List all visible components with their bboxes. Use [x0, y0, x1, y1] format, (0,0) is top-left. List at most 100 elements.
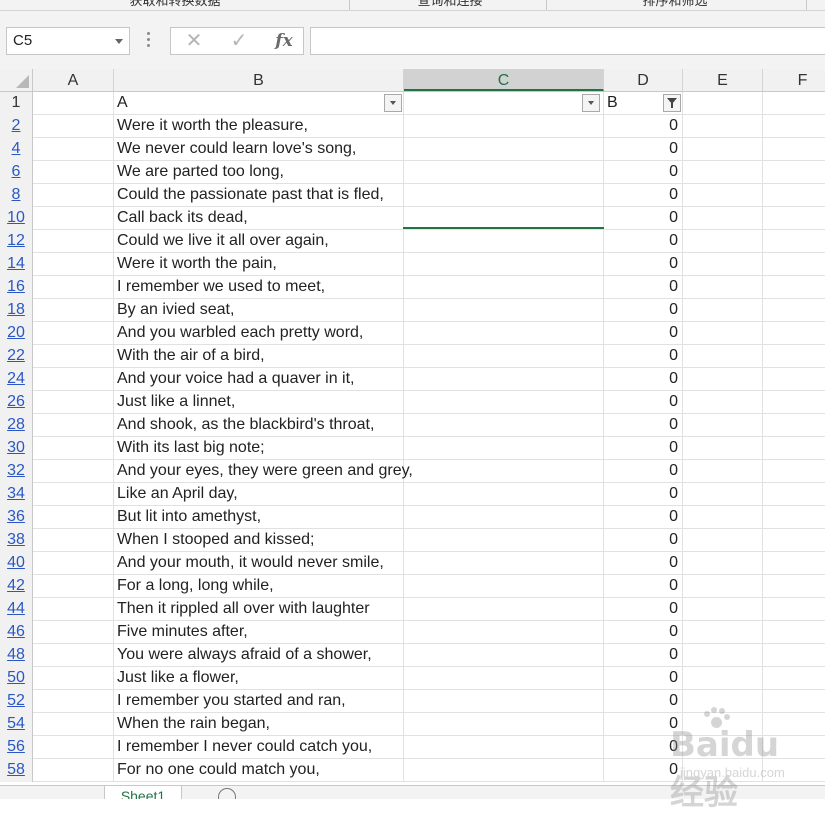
- cell-e[interactable]: [683, 230, 763, 252]
- cell-c[interactable]: [404, 368, 604, 390]
- add-sheet-icon[interactable]: [218, 788, 236, 799]
- cell-e[interactable]: [683, 644, 763, 666]
- cell-e[interactable]: [683, 713, 763, 735]
- cell-f[interactable]: [763, 391, 825, 413]
- cell-d[interactable]: 0: [604, 322, 683, 344]
- cell-f[interactable]: [763, 759, 825, 781]
- row-header[interactable]: 40: [0, 552, 33, 575]
- row-header[interactable]: 58: [0, 759, 33, 782]
- cell-d[interactable]: 0: [604, 115, 683, 137]
- insert-function-icon[interactable]: fx: [269, 28, 299, 54]
- cell-c[interactable]: [404, 621, 604, 643]
- cell-d[interactable]: 0: [604, 713, 683, 735]
- cell-a[interactable]: [33, 483, 114, 505]
- cell-b[interactable]: When the rain began,: [114, 713, 404, 735]
- cell-a[interactable]: [33, 115, 114, 137]
- column-header-a[interactable]: A: [33, 69, 114, 91]
- cell-f[interactable]: [763, 184, 825, 206]
- chevron-down-icon[interactable]: [115, 39, 123, 44]
- cell-b[interactable]: We never could learn love's song,: [114, 138, 404, 160]
- cell-e[interactable]: [683, 759, 763, 781]
- cell-b[interactable]: I remember you started and ran,: [114, 690, 404, 712]
- enter-icon[interactable]: ✓: [224, 28, 254, 54]
- column-header-b[interactable]: B: [114, 69, 404, 91]
- cell-b[interactable]: With its last big note;: [114, 437, 404, 459]
- cell-d[interactable]: 0: [604, 391, 683, 413]
- cell-e[interactable]: [683, 345, 763, 367]
- cell-d[interactable]: 0: [604, 437, 683, 459]
- cell-a[interactable]: [33, 184, 114, 206]
- row-header[interactable]: 14: [0, 253, 33, 276]
- cell-d[interactable]: 0: [604, 575, 683, 597]
- cell-c[interactable]: [404, 253, 604, 275]
- cell-b[interactable]: Just like a linnet,: [114, 391, 404, 413]
- cell-f[interactable]: [763, 575, 825, 597]
- cell-e[interactable]: [683, 368, 763, 390]
- cell-b[interactable]: We are parted too long,: [114, 161, 404, 183]
- ribbon-group-get-transform[interactable]: 获取和转换数据: [70, 0, 280, 9]
- cell-b[interactable]: Just like a flower,: [114, 667, 404, 689]
- cell-f[interactable]: [763, 299, 825, 321]
- cell-c[interactable]: [404, 184, 604, 206]
- cell-f[interactable]: [763, 138, 825, 160]
- cell-c[interactable]: [404, 391, 604, 413]
- column-header-e[interactable]: E: [683, 69, 763, 91]
- cell-b[interactable]: By an ivied seat,: [114, 299, 404, 321]
- cell-b[interactable]: With the air of a bird,: [114, 345, 404, 367]
- cell-f[interactable]: [763, 598, 825, 620]
- cell-b[interactable]: When I stooped and kissed;: [114, 529, 404, 551]
- cell-b[interactable]: And your mouth, it would never smile,: [114, 552, 404, 574]
- row-header[interactable]: 30: [0, 437, 33, 460]
- row-header[interactable]: 4: [0, 138, 33, 161]
- cell-a[interactable]: [33, 759, 114, 781]
- row-header[interactable]: 28: [0, 414, 33, 437]
- row-header[interactable]: 12: [0, 230, 33, 253]
- cell-a[interactable]: [33, 667, 114, 689]
- row-header[interactable]: 36: [0, 506, 33, 529]
- cell-d[interactable]: 0: [604, 253, 683, 275]
- cell-a[interactable]: [33, 276, 114, 298]
- cell-b[interactable]: But lit into amethyst,: [114, 506, 404, 528]
- cell-c[interactable]: [404, 690, 604, 712]
- cell-c[interactable]: [404, 759, 604, 781]
- row-header[interactable]: 22: [0, 345, 33, 368]
- cell-c[interactable]: [404, 483, 604, 505]
- cell-b[interactable]: For a long, long while,: [114, 575, 404, 597]
- cell-f[interactable]: [763, 736, 825, 758]
- cell-a[interactable]: [33, 644, 114, 666]
- cell-e[interactable]: [683, 276, 763, 298]
- column-header-f[interactable]: F: [763, 69, 825, 91]
- row-header[interactable]: 54: [0, 713, 33, 736]
- cell-f[interactable]: [763, 345, 825, 367]
- cell-f[interactable]: [763, 115, 825, 137]
- ribbon-group-sort-filter[interactable]: 排序和筛选: [560, 0, 790, 9]
- cell-c[interactable]: [404, 506, 604, 528]
- cell-a[interactable]: [33, 736, 114, 758]
- cell-d[interactable]: 0: [604, 207, 683, 229]
- cell-c[interactable]: [404, 667, 604, 689]
- cell-a[interactable]: [33, 437, 114, 459]
- name-box[interactable]: C5: [6, 27, 130, 55]
- cell-a[interactable]: [33, 230, 114, 252]
- cell-d[interactable]: 0: [604, 598, 683, 620]
- cell-d[interactable]: 0: [604, 690, 683, 712]
- filter-active-d[interactable]: [663, 94, 681, 112]
- cell-f[interactable]: [763, 644, 825, 666]
- cell-d[interactable]: 0: [604, 529, 683, 551]
- cell-f[interactable]: [763, 621, 825, 643]
- cell-c[interactable]: [404, 345, 604, 367]
- drag-handle-icon[interactable]: [147, 32, 151, 50]
- cell-f[interactable]: [763, 460, 825, 482]
- cell-f1[interactable]: [763, 92, 825, 114]
- cell-e[interactable]: [683, 506, 763, 528]
- row-header[interactable]: 8: [0, 184, 33, 207]
- cell-e[interactable]: [683, 667, 763, 689]
- cell-d[interactable]: 0: [604, 483, 683, 505]
- cell-e[interactable]: [683, 414, 763, 436]
- row-header[interactable]: 32: [0, 460, 33, 483]
- cell-e[interactable]: [683, 253, 763, 275]
- sheet-tab[interactable]: Sheet1: [104, 786, 182, 799]
- cell-c1[interactable]: [404, 92, 604, 114]
- row-header[interactable]: 48: [0, 644, 33, 667]
- cell-a[interactable]: [33, 598, 114, 620]
